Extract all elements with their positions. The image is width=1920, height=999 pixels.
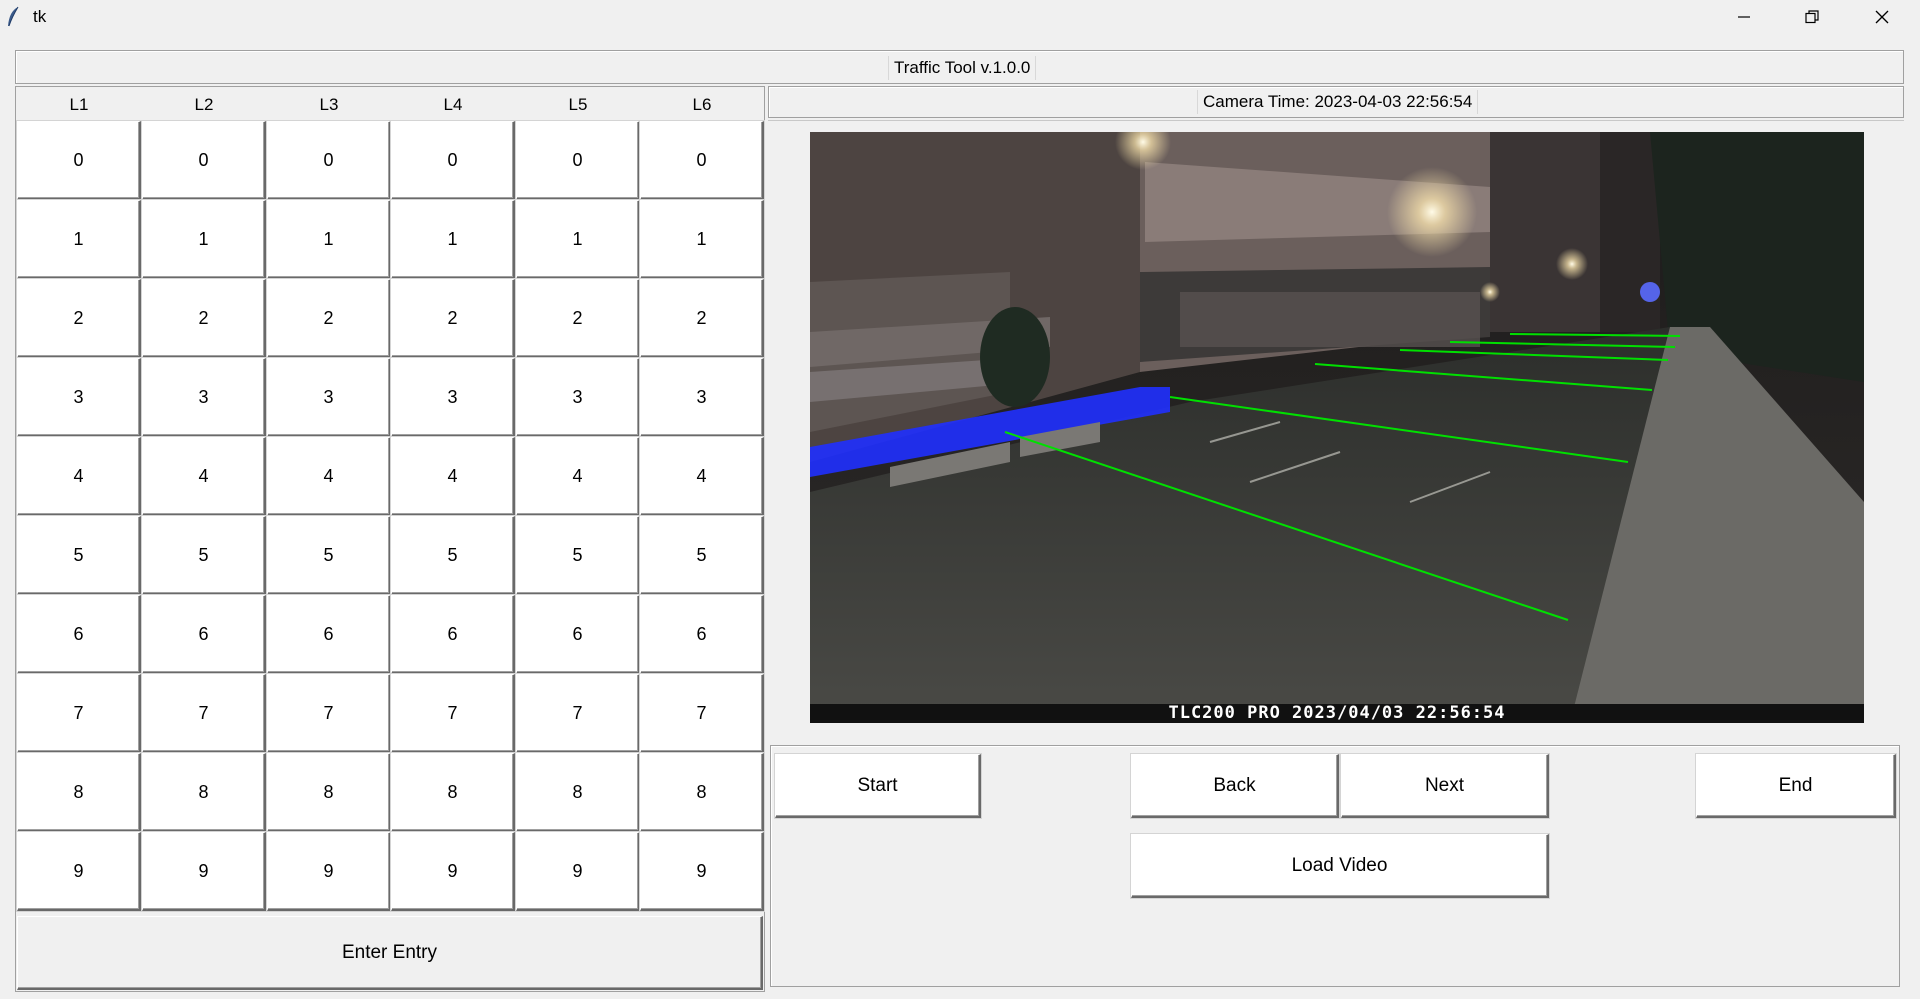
- column-header-l3: L3: [319, 95, 339, 114]
- digit-button-l6-4[interactable]: 4: [640, 437, 764, 516]
- digit-button-l3-5[interactable]: 5: [267, 516, 391, 595]
- digit-button-l3-1[interactable]: 1: [267, 200, 391, 279]
- column-header-l5: L5: [568, 95, 588, 114]
- digit-button-l2-4[interactable]: 4: [142, 437, 266, 516]
- digit-button-l3-4[interactable]: 4: [267, 437, 391, 516]
- digit-button-l3-9[interactable]: 9: [267, 832, 391, 911]
- digit-button-l6-3[interactable]: 3: [640, 358, 764, 437]
- digit-button-l6-9[interactable]: 9: [640, 832, 764, 911]
- digit-button-l3-6[interactable]: 6: [267, 595, 391, 674]
- digit-button-l4-0[interactable]: 0: [391, 121, 515, 200]
- digit-button-l6-0[interactable]: 0: [640, 121, 764, 200]
- start-button[interactable]: Start: [775, 754, 981, 818]
- column-header-l1: L1: [69, 95, 89, 114]
- digit-button-l5-7[interactable]: 7: [516, 674, 640, 753]
- digit-button-l4-2[interactable]: 2: [391, 279, 515, 358]
- digit-button-l4-4[interactable]: 4: [391, 437, 515, 516]
- close-button[interactable]: [1852, 0, 1912, 34]
- digit-button-l5-0[interactable]: 0: [516, 121, 640, 200]
- digit-button-l6-5[interactable]: 5: [640, 516, 764, 595]
- digit-button-l5-6[interactable]: 6: [516, 595, 640, 674]
- window-title: tk: [33, 7, 47, 26]
- video-timestamp-overlay: TLC200 PRO 2023/04/03 22:56:54: [1168, 703, 1506, 723]
- digit-button-l4-1[interactable]: 1: [391, 200, 515, 279]
- digit-button-l6-8[interactable]: 8: [640, 753, 764, 832]
- digit-button-l1-7[interactable]: 7: [17, 674, 141, 753]
- digit-button-l2-6[interactable]: 6: [142, 595, 266, 674]
- digit-button-l5-8[interactable]: 8: [516, 753, 640, 832]
- digit-button-l2-2[interactable]: 2: [142, 279, 266, 358]
- end-button[interactable]: End: [1696, 754, 1896, 818]
- digit-button-l1-9[interactable]: 9: [17, 832, 141, 911]
- digit-button-l1-1[interactable]: 1: [17, 200, 141, 279]
- digit-button-l6-2[interactable]: 2: [640, 279, 764, 358]
- digit-button-l4-6[interactable]: 6: [391, 595, 515, 674]
- digit-button-l1-4[interactable]: 4: [17, 437, 141, 516]
- digit-button-l2-5[interactable]: 5: [142, 516, 266, 595]
- digit-button-l5-4[interactable]: 4: [516, 437, 640, 516]
- digit-button-l3-3[interactable]: 3: [267, 358, 391, 437]
- digit-button-l4-9[interactable]: 9: [391, 832, 515, 911]
- digit-button-l5-9[interactable]: 9: [516, 832, 640, 911]
- digit-button-l6-6[interactable]: 6: [640, 595, 764, 674]
- digit-button-l5-5[interactable]: 5: [516, 516, 640, 595]
- digit-button-l6-1[interactable]: 1: [640, 200, 764, 279]
- digit-button-l2-1[interactable]: 1: [142, 200, 266, 279]
- load-video-button[interactable]: Load Video: [1131, 834, 1549, 898]
- close-icon: [1875, 10, 1889, 24]
- digit-button-l5-3[interactable]: 3: [516, 358, 640, 437]
- column-header-l4: L4: [443, 95, 463, 114]
- digit-button-l1-5[interactable]: 5: [17, 516, 141, 595]
- digit-button-l6-7[interactable]: 7: [640, 674, 764, 753]
- window-titlebar[interactable]: [0, 0, 1920, 34]
- digit-button-l3-7[interactable]: 7: [267, 674, 391, 753]
- digit-button-l1-8[interactable]: 8: [17, 753, 141, 832]
- digit-button-l1-2[interactable]: 2: [17, 279, 141, 358]
- tk-feather-icon: [6, 6, 20, 28]
- digit-button-l5-2[interactable]: 2: [516, 279, 640, 358]
- video-frame-image: [810, 132, 1864, 723]
- app-title: Traffic Tool v.1.0.0: [888, 56, 1037, 80]
- back-button[interactable]: Back: [1131, 754, 1339, 818]
- column-header-l6: L6: [692, 95, 712, 114]
- restore-button[interactable]: [1782, 0, 1842, 34]
- minimize-icon: [1737, 10, 1751, 24]
- enter-entry-button[interactable]: Enter Entry: [17, 916, 763, 990]
- digit-button-l3-8[interactable]: 8: [267, 753, 391, 832]
- next-button[interactable]: Next: [1341, 754, 1549, 818]
- digit-button-l3-2[interactable]: 2: [267, 279, 391, 358]
- digit-button-l2-3[interactable]: 3: [142, 358, 266, 437]
- digit-button-l1-6[interactable]: 6: [17, 595, 141, 674]
- column-header-l2: L2: [194, 95, 214, 114]
- digit-button-l2-0[interactable]: 0: [142, 121, 266, 200]
- digit-button-l5-1[interactable]: 1: [516, 200, 640, 279]
- restore-icon: [1805, 10, 1819, 24]
- digit-button-l4-3[interactable]: 3: [391, 358, 515, 437]
- digit-button-l2-8[interactable]: 8: [142, 753, 266, 832]
- digit-button-l3-0[interactable]: 0: [267, 121, 391, 200]
- minimize-button[interactable]: [1714, 0, 1774, 34]
- video-frame: [768, 120, 1904, 130]
- digit-button-l4-8[interactable]: 8: [391, 753, 515, 832]
- digit-button-l2-7[interactable]: 7: [142, 674, 266, 753]
- digit-button-l2-9[interactable]: 9: [142, 832, 266, 911]
- digit-button-l1-3[interactable]: 3: [17, 358, 141, 437]
- camera-time-label: Camera Time: 2023-04-03 22:56:54: [1197, 90, 1479, 114]
- digit-button-l4-5[interactable]: 5: [391, 516, 515, 595]
- digit-button-l1-0[interactable]: 0: [17, 121, 141, 200]
- digit-button-l4-7[interactable]: 7: [391, 674, 515, 753]
